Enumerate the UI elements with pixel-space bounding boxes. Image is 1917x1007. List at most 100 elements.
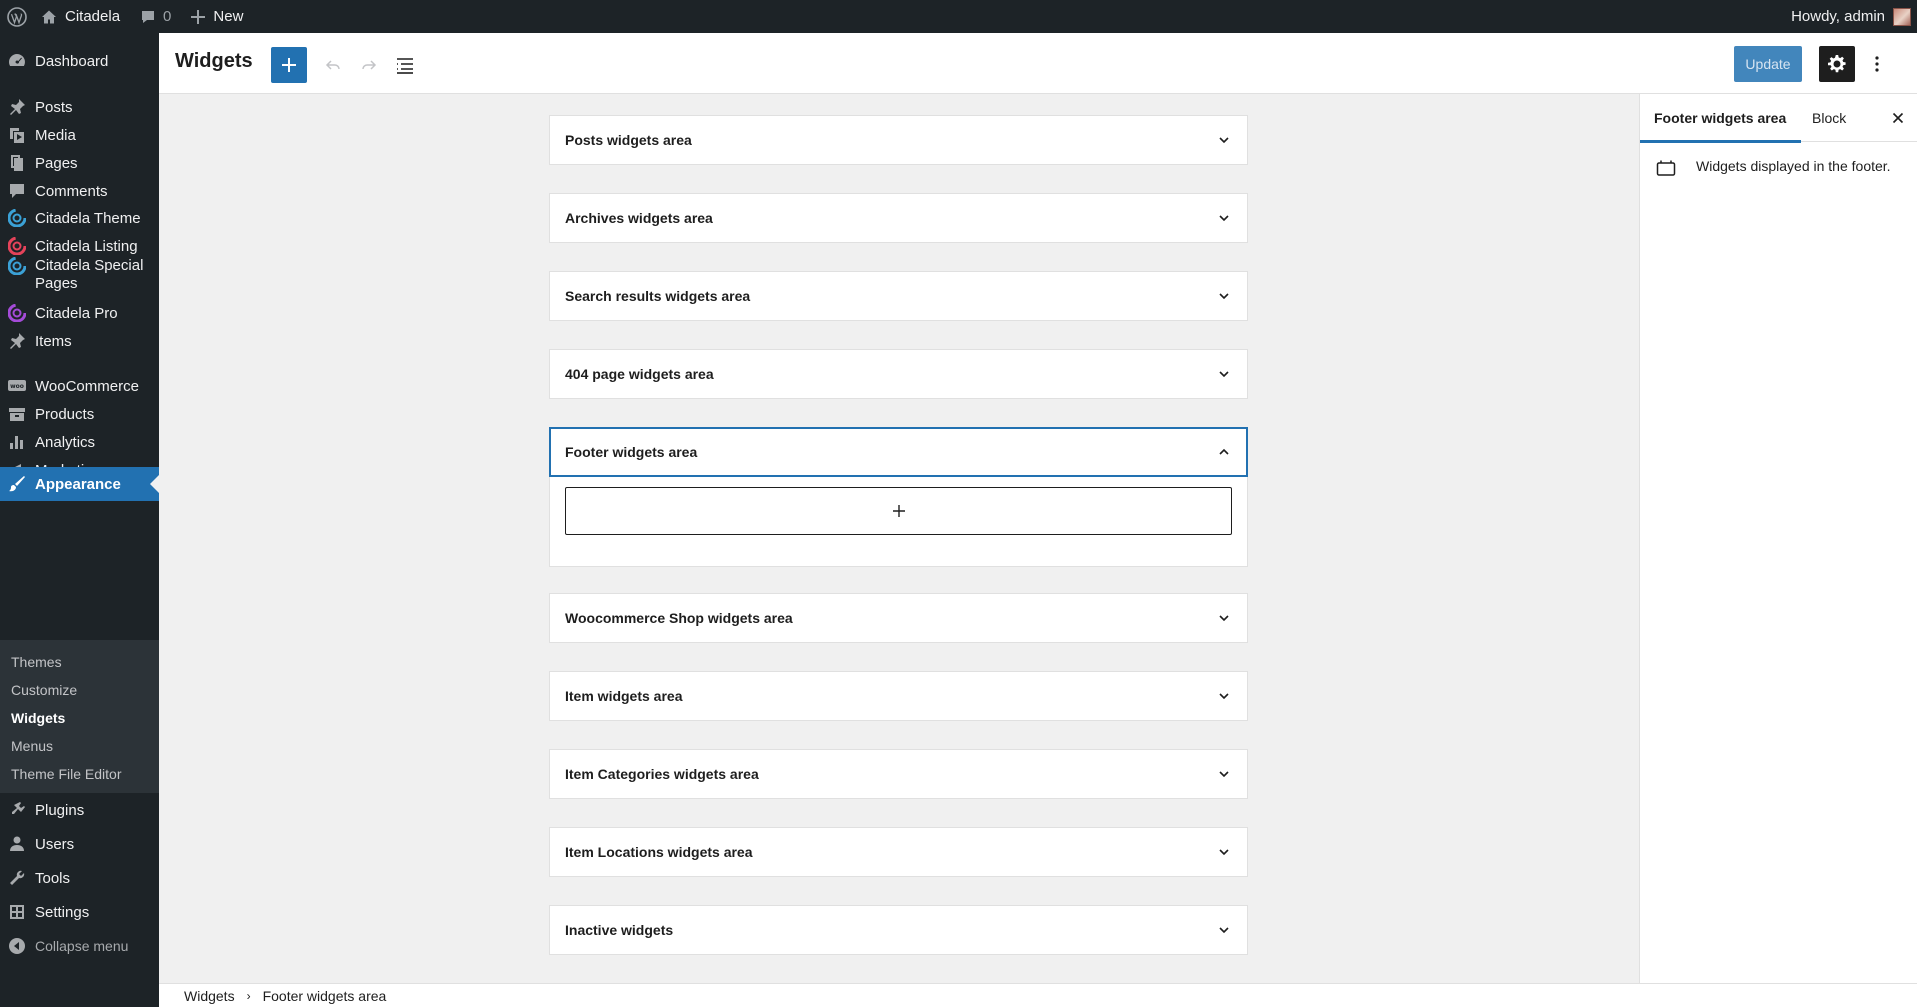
collapse-icon bbox=[8, 937, 26, 955]
avatar bbox=[1893, 7, 1911, 26]
widget-area-title: Archives widgets area bbox=[565, 210, 713, 226]
submenu-item-customize[interactable]: Customize bbox=[11, 682, 77, 698]
widget-area-posts[interactable]: Posts widgets area bbox=[549, 115, 1248, 165]
widget-area-search-results[interactable]: Search results widgets area bbox=[549, 271, 1248, 321]
svg-text:woo: woo bbox=[10, 383, 24, 390]
sidebar-item-label: Products bbox=[35, 405, 95, 423]
widget-area-archives[interactable]: Archives widgets area bbox=[549, 193, 1248, 243]
sidebar-item-label: Appearance bbox=[35, 475, 121, 493]
widget-area-title: Item widgets area bbox=[565, 688, 683, 704]
widget-area-title: Posts widgets area bbox=[565, 132, 692, 148]
more-vertical-icon bbox=[1875, 56, 1879, 72]
widget-area-icon bbox=[1656, 160, 1676, 176]
widgets-canvas: Posts widgets area Archives widgets area… bbox=[159, 94, 1639, 983]
submenu-item-themes[interactable]: Themes bbox=[11, 654, 62, 670]
sidebar-item-label: Settings bbox=[35, 903, 90, 921]
sidebar-item-plugins[interactable]: Plugins bbox=[0, 793, 159, 827]
sidebar-item-users[interactable]: Users bbox=[0, 827, 159, 861]
block-inserter-button[interactable] bbox=[271, 47, 307, 83]
plus-icon bbox=[892, 505, 905, 517]
collapse-menu-button[interactable]: Collapse menu bbox=[0, 929, 159, 963]
citadela-icon bbox=[8, 257, 26, 275]
options-menu-button[interactable] bbox=[1859, 46, 1895, 82]
woo-icon: woo bbox=[8, 377, 26, 395]
sidebar-item-label: Tools bbox=[35, 869, 71, 887]
add-block-button[interactable] bbox=[565, 487, 1232, 535]
comment-icon bbox=[8, 182, 26, 200]
plus-icon bbox=[191, 9, 206, 24]
breadcrumb-separator-icon: › bbox=[246, 988, 251, 1003]
chevron-down-icon bbox=[1219, 927, 1229, 934]
home-icon bbox=[42, 10, 56, 23]
widget-area-inactive[interactable]: Inactive widgets bbox=[549, 905, 1248, 955]
sidebar-item-citadela-special-pages[interactable]: Citadela Special Pages bbox=[0, 252, 159, 298]
sidebar-item-label: Comments bbox=[35, 182, 108, 200]
sidebar-item-dashboard[interactable]: Dashboard bbox=[0, 44, 159, 78]
widget-area-title: Item Locations widgets area bbox=[565, 844, 753, 860]
sidebar-item-tools[interactable]: Tools bbox=[0, 861, 159, 895]
sidebar-item-label: Pages bbox=[35, 154, 78, 172]
redo-icon bbox=[362, 60, 377, 70]
breadcrumb-current[interactable]: Footer widgets area bbox=[263, 988, 387, 1004]
chevron-down-icon bbox=[1219, 615, 1229, 622]
plus-icon bbox=[282, 58, 296, 72]
sidebar-tabs: Footer widgets area Block bbox=[1639, 94, 1917, 143]
undo-button[interactable] bbox=[315, 47, 351, 83]
submenu-item-menus[interactable]: Menus bbox=[11, 738, 53, 754]
site-name-link[interactable]: Citadela bbox=[33, 0, 130, 33]
redo-button[interactable] bbox=[351, 47, 387, 83]
widget-area-woocommerce-shop[interactable]: Woocommerce Shop widgets area bbox=[549, 593, 1248, 643]
appearance-submenu: Themes Customize Widgets Menus Theme Fil… bbox=[0, 640, 159, 793]
pin-icon bbox=[8, 98, 26, 116]
update-button[interactable]: Update bbox=[1734, 46, 1802, 82]
widget-area-title: Footer widgets area bbox=[565, 444, 698, 460]
widget-area-item-categories[interactable]: Item Categories widgets area bbox=[549, 749, 1248, 799]
widget-area-title: 404 page widgets area bbox=[565, 366, 714, 382]
my-account-link[interactable]: Howdy, admin bbox=[1781, 0, 1917, 33]
chevron-down-icon bbox=[1219, 293, 1229, 300]
user-icon bbox=[8, 835, 26, 853]
chevron-up-icon bbox=[1219, 448, 1229, 455]
chevron-down-icon bbox=[1219, 137, 1229, 144]
sidebar-item-label: Users bbox=[35, 835, 75, 853]
new-content-link[interactable]: New bbox=[181, 0, 253, 33]
sidebar-item-label: Plugins bbox=[35, 801, 85, 819]
widget-area-footer[interactable]: Footer widgets area bbox=[549, 427, 1248, 477]
chevron-down-icon bbox=[1219, 215, 1229, 222]
comments-link[interactable]: 0 bbox=[130, 0, 181, 33]
media-icon bbox=[8, 126, 26, 144]
sidebar-item-appearance[interactable]: Appearance bbox=[0, 467, 159, 501]
wordpress-logo-icon[interactable] bbox=[0, 0, 33, 33]
dashboard-icon bbox=[8, 52, 26, 70]
widget-area-404-page[interactable]: 404 page widgets area bbox=[549, 349, 1248, 399]
list-view-button[interactable] bbox=[387, 47, 423, 83]
settings-toggle-button[interactable] bbox=[1819, 46, 1855, 82]
tab-block[interactable]: Block bbox=[1812, 94, 1846, 142]
widget-area-description: Widgets displayed in the footer. bbox=[1656, 158, 1891, 177]
sidebar-item-items[interactable]: Items bbox=[0, 324, 159, 358]
gear-icon bbox=[1828, 55, 1846, 73]
tab-widget-area[interactable]: Footer widgets area bbox=[1639, 94, 1802, 143]
close-sidebar-button[interactable] bbox=[1886, 106, 1910, 130]
sidebar-item-label: Citadela Special Pages bbox=[35, 257, 144, 292]
chevron-down-icon bbox=[1219, 371, 1229, 378]
widget-area-item[interactable]: Item widgets area bbox=[549, 671, 1248, 721]
description-text: Widgets displayed in the footer. bbox=[1696, 158, 1891, 174]
settings-sidebar: Footer widgets area Block Widgets displa… bbox=[1639, 94, 1917, 983]
widget-area-item-locations[interactable]: Item Locations widgets area bbox=[549, 827, 1248, 877]
breadcrumb-root[interactable]: Widgets bbox=[184, 988, 235, 1004]
sidebar-item-settings[interactable]: Settings bbox=[0, 895, 159, 929]
page-title: Widgets bbox=[175, 50, 253, 72]
list-view-icon bbox=[397, 58, 413, 74]
sidebar-item-label: Posts bbox=[35, 98, 73, 116]
submenu-item-widgets[interactable]: Widgets bbox=[11, 710, 65, 726]
new-label: New bbox=[213, 8, 244, 25]
sidebar-item-label: Media bbox=[35, 126, 76, 144]
sidebar-item-label: Analytics bbox=[35, 433, 96, 451]
sidebar-item-label: Items bbox=[35, 332, 72, 350]
sidebar-item-label: Collapse menu bbox=[35, 938, 129, 954]
submenu-item-theme-file-editor[interactable]: Theme File Editor bbox=[11, 766, 121, 782]
undo-icon bbox=[325, 60, 340, 70]
bar-chart-icon bbox=[8, 433, 26, 451]
widget-area-title: Inactive widgets bbox=[565, 922, 674, 938]
